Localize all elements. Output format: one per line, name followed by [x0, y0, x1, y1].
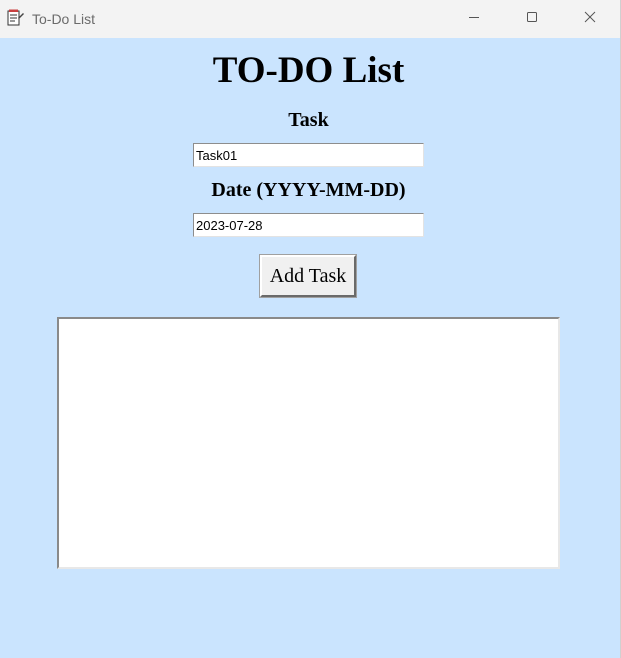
notepad-app-icon [6, 9, 24, 27]
page-title: TO-DO List [212, 50, 405, 91]
window-title: To-Do List [32, 11, 96, 27]
app-content: TO-DO List Task Date (YYYY-MM-DD) Add Ta… [0, 38, 620, 658]
minimize-button[interactable] [451, 0, 497, 38]
task-listbox[interactable] [57, 317, 560, 569]
title-bar[interactable]: To-Do List [0, 0, 620, 38]
date-label: Date (YYYY-MM-DD) [211, 179, 406, 201]
close-button[interactable] [567, 0, 613, 38]
maximize-button[interactable] [509, 0, 555, 38]
minimize-icon [468, 10, 480, 28]
app-window: To-Do List TO-DO List Task Date (YYYY-MM… [0, 0, 621, 658]
maximize-icon [526, 10, 538, 28]
task-input[interactable] [193, 143, 424, 167]
task-label: Task [288, 109, 329, 131]
date-input[interactable] [193, 213, 424, 237]
close-icon [584, 10, 596, 28]
add-task-button[interactable]: Add Task [259, 254, 357, 298]
